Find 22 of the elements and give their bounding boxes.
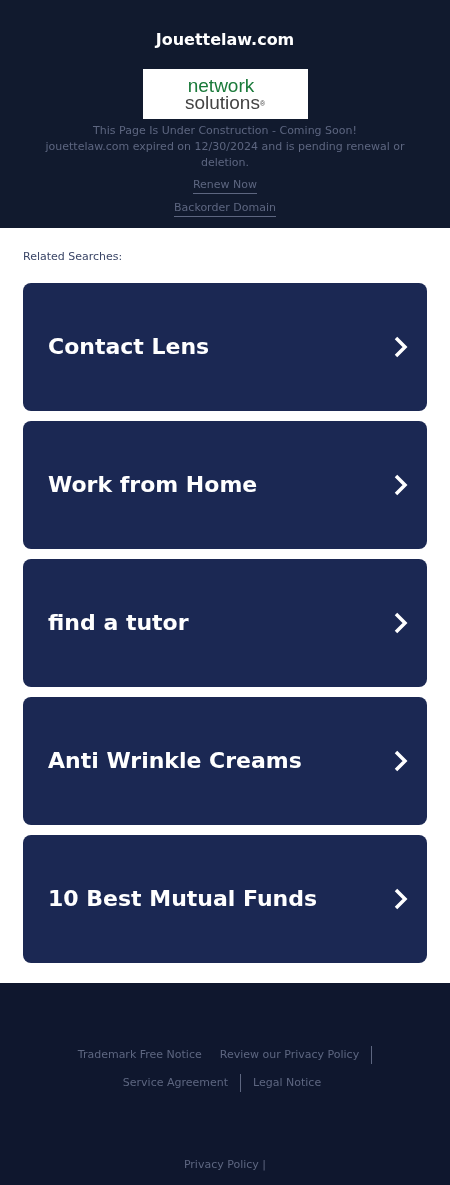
construction-notice: This Page Is Under Construction - Coming Soon! [93,123,357,139]
domain-link[interactable]: Renew Now [192,177,258,194]
chevron-right-icon [393,473,409,496]
related-heading: Related Searches: [23,249,124,265]
search-link-card[interactable]: Contact Lens [23,282,427,411]
chevron-right-icon [393,611,409,634]
search-link-card[interactable]: Work from Home [23,420,427,549]
search-link-card[interactable]: find a tutor [23,558,427,687]
search-link-card[interactable]: Anti Wrinkle Creams [23,696,427,825]
chevron-right-icon [393,335,409,358]
search-link-card[interactable]: 10 Best Mutual Funds [23,834,427,963]
logo: network solutions$^{®}$ [142,69,308,119]
site-title: Jouettelaw.com [155,29,295,51]
footer-link[interactable]: Review our Privacy Policy [213,1047,366,1061]
footer-link[interactable]: Trademark Free Notice [71,1047,208,1061]
domain-link[interactable]: Backorder Domain [174,200,276,217]
chevron-right-icon [393,887,409,910]
chevron-right-icon [393,749,409,772]
footer-link[interactable]: Service Agreement [116,1075,235,1089]
privacy-policy-link[interactable]: Privacy Policy | [183,1156,267,1173]
footer-link[interactable]: Legal Notice [247,1075,328,1089]
expiry-notice: jouettelaw.com expired on 12/30/2024 and is pending renewal or deletion. [44,139,406,171]
